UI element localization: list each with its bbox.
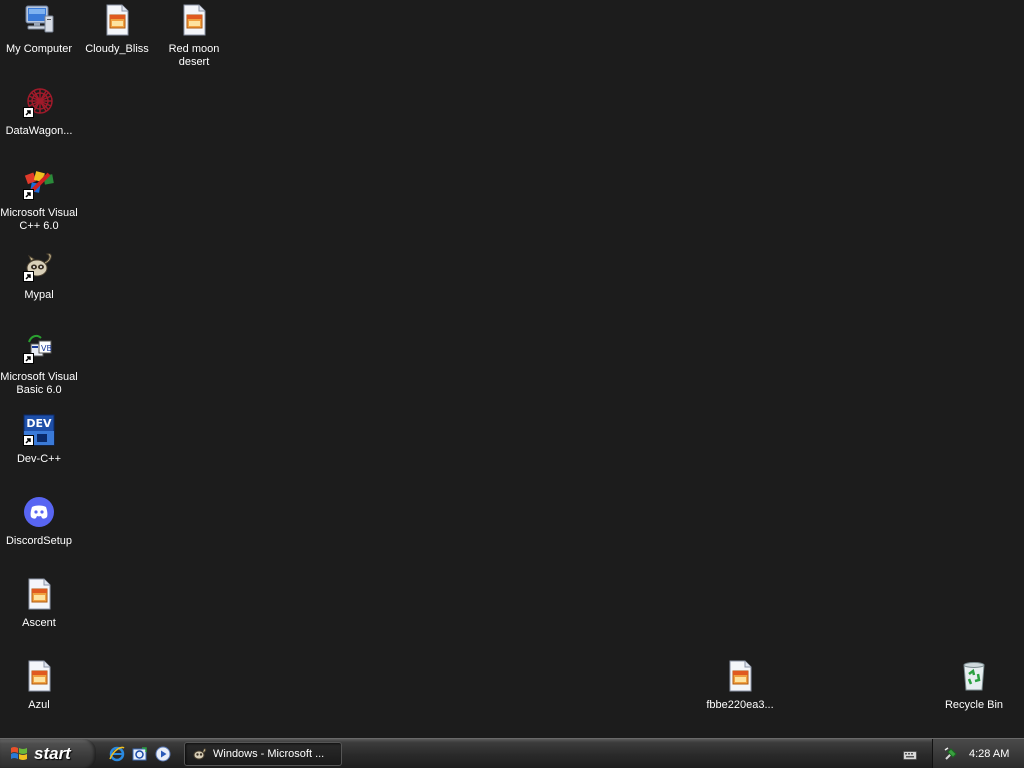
desktop-icon-label: Mypal [24, 289, 54, 301]
desktop-icon-label: DataWagon... [5, 125, 73, 137]
desktop-icon-visual-basic[interactable]: VB Microsoft Visual Basic 6.0 [0, 330, 78, 397]
clock[interactable]: 4:28 AM [969, 748, 1009, 760]
desktop-icon-visual-cpp[interactable]: Microsoft Visual C++ 6.0 [0, 166, 78, 233]
dev-badge-text: DEV [26, 417, 52, 430]
desktop-icon-red-moon-desert[interactable]: Red moon desert [155, 2, 233, 69]
shortcut-arrow-icon [23, 271, 34, 282]
desktop-icon-label: Ascent [22, 617, 56, 629]
visual-basic-icon: VB [23, 332, 55, 364]
shortcut-arrow-icon [23, 435, 34, 446]
desktop-icon-label: Azul [28, 699, 50, 711]
desktop-icon-discord-setup[interactable]: DiscordSetup [0, 494, 78, 548]
desktop-icon-dev-cpp[interactable]: DEV Dev-C++ [0, 412, 78, 466]
desktop-icon-label: fbbe220ea3... [706, 699, 774, 711]
desktop-icon-mypal[interactable]: Mypal [0, 248, 78, 302]
desktop-icon-label: Recycle Bin [944, 699, 1004, 711]
desktop-icon-label: Microsoft Visual C++ 6.0 [0, 207, 78, 232]
desktop-icon-cloudy-bliss[interactable]: Cloudy_Bliss [78, 2, 156, 56]
taskbar: start Windows - Microsoft ... 4:28 AM [0, 738, 1024, 768]
datawagon-icon [23, 86, 55, 118]
image-file-icon [101, 4, 133, 36]
visual-cpp-icon [23, 168, 55, 200]
desktop-icon-label: Cloudy_Bliss [85, 43, 149, 55]
desktop-icon-label: Dev-C++ [16, 453, 62, 465]
shortcut-arrow-icon [23, 107, 34, 118]
image-file-icon [724, 660, 756, 692]
my-computer-icon [23, 4, 55, 36]
svg-text:VB: VB [41, 344, 52, 353]
media-player-icon[interactable] [154, 745, 172, 763]
desktop-icon-label: My Computer [5, 43, 73, 55]
desktop-icon-recycle-bin[interactable]: Recycle Bin [935, 658, 1013, 712]
desktop: My Computer Cloudy_Bliss Red moon desert… [0, 0, 1024, 738]
taskbar-window-button[interactable]: Windows - Microsoft ... [184, 742, 342, 766]
desktop-icon-label: DiscordSetup [5, 535, 73, 547]
taskbar-window-title: Windows - Microsoft ... [213, 748, 325, 760]
desktop-icon-datawagon[interactable]: DataWagon... [0, 84, 78, 138]
shortcut-arrow-icon [23, 353, 34, 364]
dev-cpp-icon: DEV [23, 414, 55, 446]
system-tray: 4:28 AM [932, 739, 1024, 768]
discord-icon [23, 496, 55, 528]
shortcut-arrow-icon [23, 189, 34, 200]
mypal-icon [23, 250, 55, 282]
image-file-icon [23, 660, 55, 692]
image-file-icon [23, 578, 55, 610]
safely-remove-hardware-icon[interactable] [943, 746, 959, 762]
desktop-icon-label: Red moon desert [168, 43, 220, 68]
start-button[interactable]: start [0, 739, 96, 768]
recycle-bin-icon [958, 660, 990, 692]
desktop-icon-fbbe220ea3[interactable]: fbbe220ea3... [701, 658, 779, 712]
desktop-icon-label: Microsoft Visual Basic 6.0 [0, 371, 78, 396]
internet-explorer-icon[interactable] [108, 745, 126, 763]
image-file-icon [178, 4, 210, 36]
mypal-icon [193, 747, 207, 761]
windows-logo-icon [10, 745, 28, 763]
outlook-express-icon[interactable] [131, 745, 149, 763]
keyboard-language-icon[interactable] [903, 748, 917, 760]
desktop-icon-my-computer[interactable]: My Computer [0, 2, 78, 56]
desktop-icon-azul[interactable]: Azul [0, 658, 78, 712]
start-label: start [34, 744, 71, 763]
desktop-icon-ascent[interactable]: Ascent [0, 576, 78, 630]
